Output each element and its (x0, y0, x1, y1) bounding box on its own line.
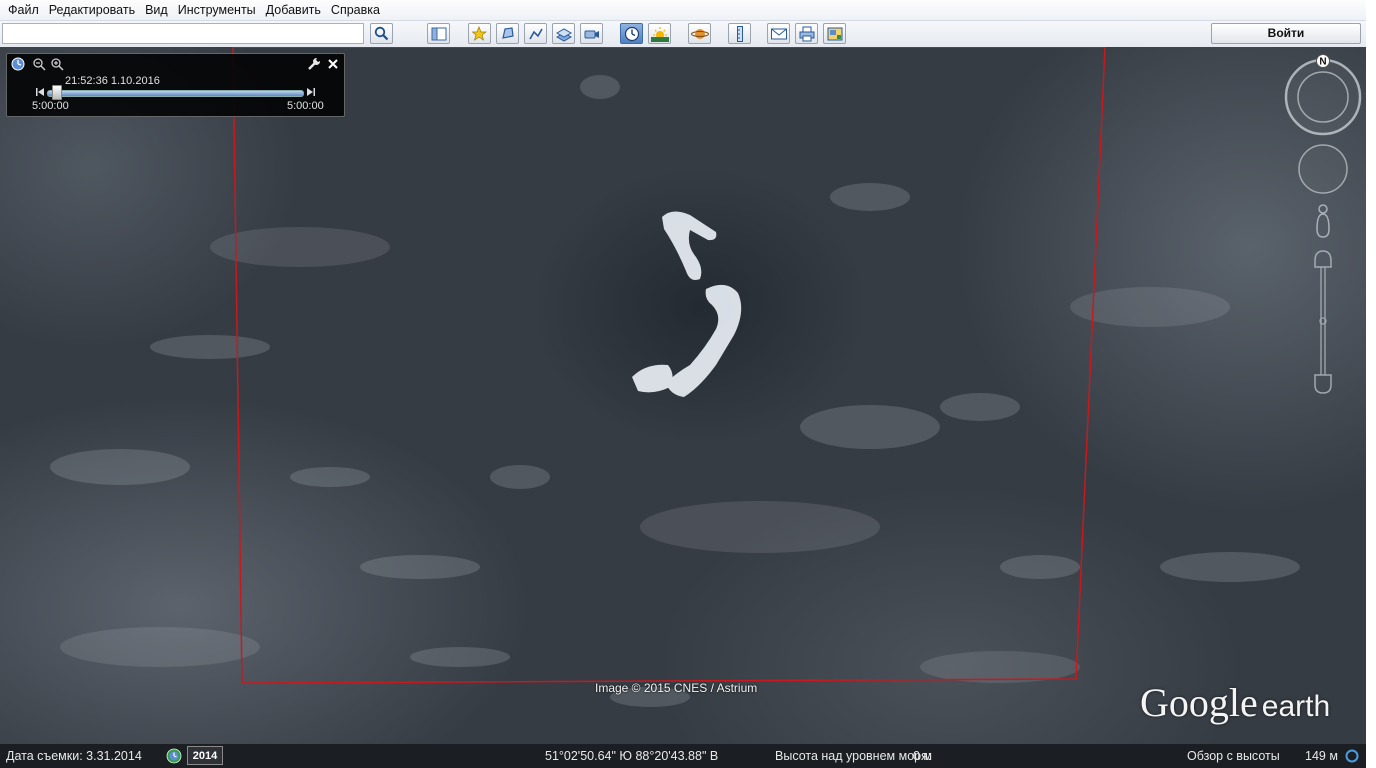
close-icon[interactable] (326, 57, 340, 71)
status-bar: Дата съемки: 3.31.2014 2014 51°02'50.64"… (0, 744, 1366, 768)
move-joystick[interactable] (1298, 144, 1348, 194)
window-edge (1366, 0, 1376, 768)
look-compass[interactable]: N (1284, 54, 1362, 136)
eye-altitude-label: Обзор с высоты (1187, 749, 1280, 763)
sidebar-toggle-icon (431, 27, 446, 40)
planets-icon (690, 28, 709, 39)
sidebar-toggle-button[interactable] (427, 23, 450, 44)
search-button[interactable] (370, 23, 393, 44)
email-icon (770, 28, 787, 39)
eye-altitude-value: 149 м (1305, 749, 1338, 763)
search-input[interactable] (2, 23, 364, 44)
add-placemark-icon (471, 25, 487, 41)
historical-imagery-button[interactable] (620, 23, 643, 44)
save-image-icon (827, 27, 842, 40)
print-button[interactable] (795, 23, 818, 44)
clock-icon[interactable] (11, 57, 25, 71)
step-back-icon[interactable] (35, 87, 45, 97)
wrench-icon[interactable] (307, 57, 321, 71)
record-tour-button[interactable] (580, 23, 603, 44)
menu-add[interactable]: Добавить (261, 0, 326, 20)
sunlight-button[interactable] (648, 23, 671, 44)
add-polygon-icon (501, 26, 514, 39)
record-tour-icon (584, 30, 599, 38)
step-forward-icon[interactable] (306, 87, 316, 97)
imagery-attribution: Image © 2015 CNES / Astrium (595, 681, 758, 695)
zoom-in-icon (1314, 250, 1332, 268)
add-placemark-button[interactable] (468, 23, 491, 44)
logo-sub: earth (1261, 690, 1331, 723)
time-slider-thumb[interactable] (51, 85, 62, 100)
imagery-year-badge[interactable]: 2014 (187, 746, 223, 765)
time-range-end: 5:00:00 (287, 100, 324, 112)
time-slider-panel: 21:52:36 1.10.2016 5:00:00 5:00:00 (6, 53, 345, 117)
add-polygon-button[interactable] (496, 23, 519, 44)
zoom-in-time-icon[interactable] (50, 57, 64, 71)
google-earth-logo: Google earth (1140, 679, 1330, 726)
zoom-slider[interactable] (1314, 237, 1332, 394)
add-path-button[interactable] (524, 23, 547, 44)
logo-main: Google (1140, 680, 1258, 725)
print-icon (799, 26, 814, 41)
time-slider-track[interactable] (47, 90, 304, 97)
imagery-date: Дата съемки: 3.31.2014 (6, 749, 142, 763)
elevation-label: Высота над уровнем моря: (775, 749, 932, 763)
email-button[interactable] (767, 23, 790, 44)
zoom-out-icon (1314, 374, 1332, 394)
streaming-progress-icon (1345, 749, 1359, 763)
image-overlay-outline[interactable] (232, 47, 1106, 684)
toolbar: Войти (0, 21, 1366, 48)
historical-imagery-status-icon[interactable] (166, 748, 182, 764)
time-current-label: 21:52:36 1.10.2016 (65, 75, 160, 87)
ruler-button[interactable] (728, 23, 751, 44)
menu-view[interactable]: Вид (140, 0, 173, 20)
save-image-button[interactable] (823, 23, 846, 44)
image-overlay-button[interactable] (552, 23, 575, 44)
menu-bar: Файл Редактировать Вид Инструменты Добав… (0, 0, 1369, 21)
street-view-pegman-icon[interactable] (1316, 204, 1330, 238)
login-button[interactable]: Войти (1211, 23, 1361, 44)
pointer-coordinates: 51°02'50.64" Ю 88°20'43.88" В (545, 749, 719, 763)
planets-button[interactable] (688, 23, 711, 44)
historical-imagery-icon (624, 26, 639, 41)
navigation-controls: N (1284, 54, 1362, 394)
time-range-start: 5:00:00 (32, 100, 69, 112)
north-label: N (1319, 57, 1326, 68)
image-overlay-icon (555, 27, 572, 42)
elevation-value: 0 м (913, 749, 933, 763)
menu-edit[interactable]: Редактировать (44, 0, 140, 20)
map-viewport[interactable]: 21:52:36 1.10.2016 5:00:00 5:00:00 N Ima… (0, 47, 1366, 744)
menu-file[interactable]: Файл (3, 0, 44, 20)
menu-help[interactable]: Справка (326, 0, 385, 20)
zoom-out-time-icon[interactable] (32, 57, 46, 71)
sunlight-icon (650, 26, 669, 42)
map-imagery (50, 47, 1300, 707)
search-icon (374, 26, 389, 41)
ruler-icon (736, 25, 743, 42)
add-path-icon (528, 28, 543, 39)
menu-tools[interactable]: Инструменты (173, 0, 261, 20)
